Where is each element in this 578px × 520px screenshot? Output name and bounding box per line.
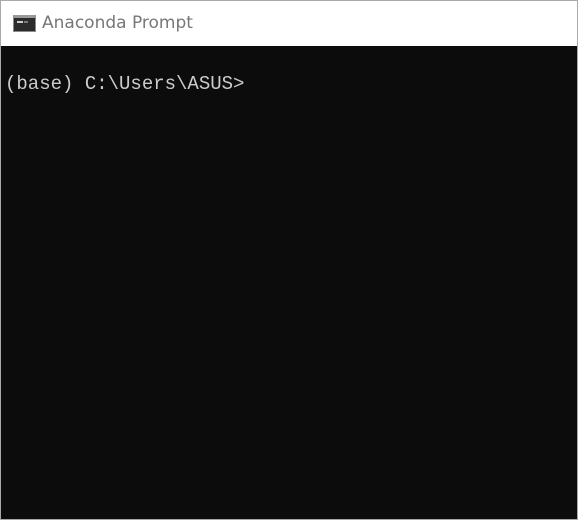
console-output-area[interactable]: (base) C:\Users\ASUS> (1, 46, 577, 519)
prompt-glyph-secondary (24, 21, 28, 23)
window-title: Anaconda Prompt (42, 13, 193, 33)
command-prompt[interactable]: (base) C:\Users\ASUS> (5, 72, 244, 96)
console-icon (13, 15, 36, 32)
console-window[interactable]: Anaconda Prompt (base) C:\Users\ASUS> (0, 0, 578, 520)
title-bar[interactable]: Anaconda Prompt (1, 1, 577, 46)
prompt-glyph (17, 21, 23, 23)
